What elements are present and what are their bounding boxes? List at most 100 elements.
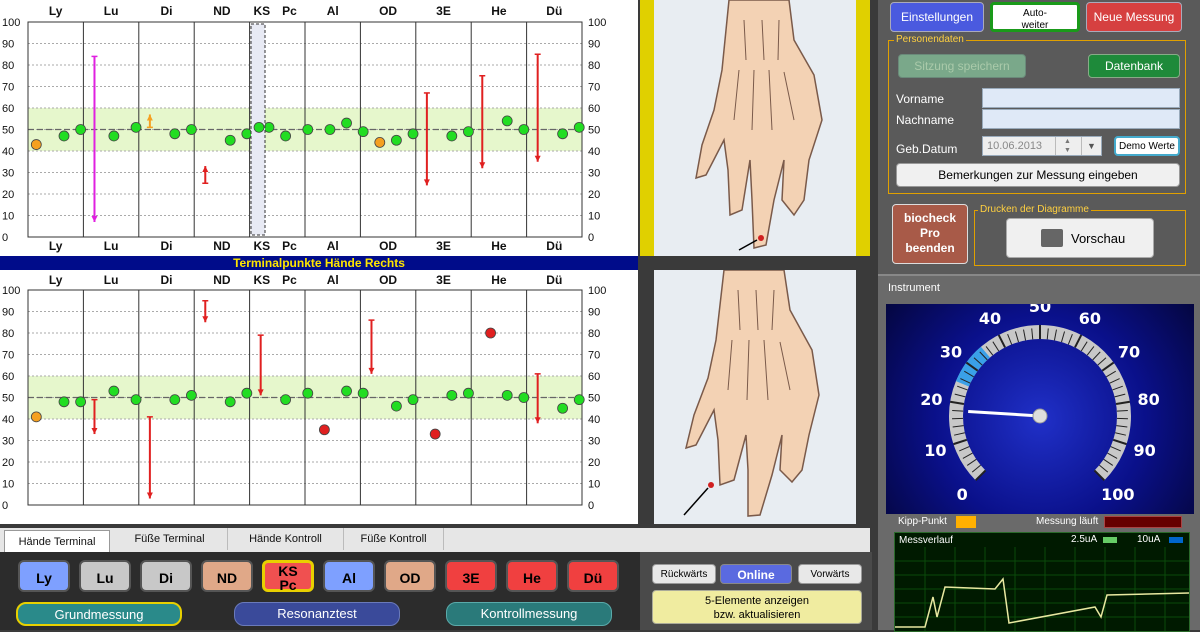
meridian-button-dü[interactable]: Dü (567, 560, 619, 592)
meridian-button-ly[interactable]: Ly (18, 560, 70, 592)
data-point (558, 129, 568, 139)
meridian-button-al[interactable]: Al (323, 560, 375, 592)
column-header: Dü (546, 4, 562, 18)
y-tick-left: 40 (2, 414, 14, 426)
kontrollmessung-button[interactable]: Kontrollmessung (446, 602, 612, 626)
y-tick-left: 70 (2, 350, 14, 362)
messung-laeuft-indicator (1104, 516, 1182, 528)
column-footer: Al (327, 239, 339, 253)
auto-weiter-button[interactable]: Auto- weiter (990, 2, 1080, 32)
column-footer: Lu (104, 239, 119, 253)
y-tick-right: 60 (588, 103, 600, 115)
vorname-field[interactable] (982, 88, 1180, 108)
gauge-background: 0102030405060708090100 (886, 304, 1194, 514)
data-point (186, 390, 196, 400)
five-elements-button[interactable]: 5-Elemente anzeigen bzw. aktualisieren (652, 590, 862, 624)
data-point (447, 131, 457, 141)
grundmessung-button[interactable]: Grundmessung (16, 602, 182, 626)
data-point (186, 125, 196, 135)
tab-fuesse-terminal[interactable]: Füße Terminal (112, 528, 228, 550)
meridian-button-he[interactable]: He (506, 560, 558, 592)
data-point (502, 390, 512, 400)
column-header: Al (327, 4, 339, 18)
save-session-button[interactable]: Sitzung speichern (898, 54, 1026, 78)
hand-skeleton-icon (654, 0, 856, 256)
chart-bottom-panel: LyLuDiNDKSPcAlOD3EHeDü100100909080807070… (0, 270, 638, 524)
kipp-punkt-indicator (956, 516, 976, 528)
dropdown-arrow-icon[interactable]: ▼ (1081, 137, 1101, 155)
resonanztest-button[interactable]: Resonanztest (234, 602, 400, 626)
y-tick-right: 10 (588, 211, 600, 223)
column-header: Pc (282, 273, 297, 287)
column-footer: Pc (282, 239, 297, 253)
online-button[interactable]: Online (720, 564, 792, 584)
geb-datum-field[interactable]: 10.06.2013 ▲▼ ▼ (982, 136, 1102, 156)
meridian-button-od[interactable]: OD (384, 560, 436, 592)
data-point (391, 135, 401, 145)
y-tick-right: 40 (588, 414, 600, 426)
messverlauf-panel: Messverlauf 2.5uA 10uA (894, 532, 1190, 632)
new-measurement-button[interactable]: Neue Messung (1086, 2, 1182, 32)
forward-button[interactable]: Vorwärts (798, 564, 862, 584)
gauge-label: 40 (979, 309, 1001, 328)
spinner-icon[interactable]: ▲▼ (1055, 137, 1079, 155)
quit-button[interactable]: biocheck Pro beenden (892, 204, 968, 264)
column-footer: ND (213, 239, 231, 253)
column-header: ND (213, 273, 231, 287)
arrow-head (147, 493, 153, 499)
preview-label: Vorschau (1071, 231, 1125, 246)
data-point (325, 125, 335, 135)
arrow-head (535, 417, 541, 423)
meridian-button-3e[interactable]: 3E (445, 560, 497, 592)
remarks-button[interactable]: Bemerkungen zur Messung eingeben (896, 163, 1180, 187)
database-button[interactable]: Datenbank (1088, 54, 1180, 78)
tab-haende-kontroll[interactable]: Hände Kontroll (228, 528, 344, 550)
gauge-label: 30 (940, 342, 962, 361)
meridian-button-nd[interactable]: ND (201, 560, 253, 592)
arrow-head (479, 162, 485, 168)
meridian-button-di[interactable]: Di (140, 560, 192, 592)
tab-haende-terminal[interactable]: Hände Terminal (4, 530, 110, 552)
gauge-label: 10 (924, 441, 946, 460)
y-tick-right: 60 (588, 371, 600, 383)
meridian-button-ks-pc[interactable]: KS Pc (262, 560, 314, 592)
back-button[interactable]: Rückwärts (652, 564, 716, 584)
y-tick-right: 0 (588, 232, 594, 244)
data-point (281, 395, 291, 405)
data-point (303, 388, 313, 398)
column-header: OD (379, 273, 397, 287)
personendaten-legend: Personendaten (894, 34, 966, 45)
y-tick-left: 10 (2, 211, 14, 223)
y-tick-left: 100 (2, 17, 20, 29)
messung-laeuft-label: Messung läuft (1036, 516, 1098, 527)
preview-button[interactable]: Vorschau (1006, 218, 1154, 258)
data-point (519, 393, 529, 403)
column-header: 3E (436, 273, 451, 287)
scale-10ua-label: 10uA (1137, 534, 1160, 545)
y-tick-left: 80 (2, 328, 14, 340)
tab-fuesse-kontroll[interactable]: Füße Kontroll (344, 528, 444, 550)
column-header: Lu (104, 4, 119, 18)
nachname-field[interactable] (982, 109, 1180, 129)
y-tick-left: 70 (2, 82, 14, 94)
y-tick-left: 50 (2, 393, 14, 405)
y-tick-left: 100 (2, 285, 20, 297)
data-point (170, 129, 180, 139)
print-legend: Drucken der Diagramme (978, 204, 1091, 215)
column-footer: Di (161, 239, 173, 253)
y-tick-left: 0 (2, 232, 8, 244)
gauge-label: 60 (1079, 309, 1101, 328)
data-point (358, 127, 368, 137)
data-point (59, 131, 69, 141)
data-point (342, 118, 352, 128)
demo-values-button[interactable]: Demo Werte (1114, 136, 1180, 156)
settings-button[interactable]: Einstellungen (890, 2, 984, 32)
data-point (76, 397, 86, 407)
gauge-label: 90 (1133, 441, 1155, 460)
messverlauf-graph (895, 547, 1189, 631)
column-footer: He (491, 239, 507, 253)
y-tick-left: 90 (2, 39, 14, 51)
meridian-button-lu[interactable]: Lu (79, 560, 131, 592)
column-header: He (491, 4, 507, 18)
y-tick-left: 60 (2, 371, 14, 383)
